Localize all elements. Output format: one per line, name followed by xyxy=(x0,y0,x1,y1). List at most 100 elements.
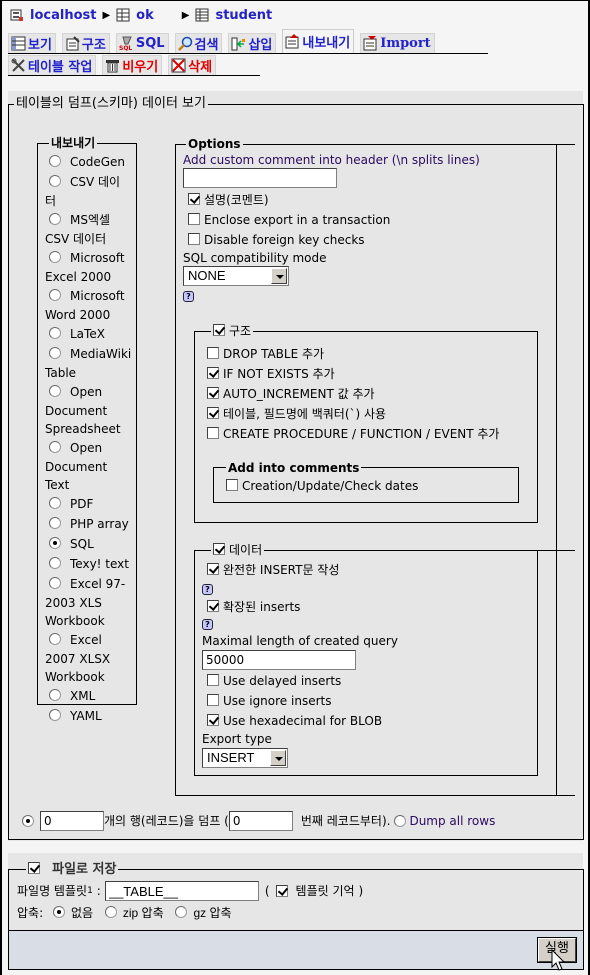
hex-blob-row[interactable]: Use hexadecimal for BLOB xyxy=(207,713,382,729)
export-format-option[interactable]: XML xyxy=(45,686,137,706)
export-format-radio[interactable] xyxy=(49,289,61,301)
export-format-radio[interactable] xyxy=(49,155,61,167)
export-format-option[interactable]: PDF xyxy=(45,494,137,514)
help-icon[interactable]: ? xyxy=(202,619,213,630)
dump-all-radio[interactable] xyxy=(394,815,407,827)
structure-option-checkbox[interactable] xyxy=(207,407,219,419)
export-format-radio[interactable] xyxy=(49,633,61,645)
tab-export[interactable]: 내보내기 xyxy=(282,29,355,53)
export-format-radio[interactable] xyxy=(49,441,61,453)
export-format-option[interactable]: Excel 97- 2003 XLS Workbook xyxy=(45,574,137,630)
export-format-option[interactable]: Excel 2007 XLSX Workbook xyxy=(45,630,137,686)
structure-option-checkbox[interactable] xyxy=(207,427,219,439)
export-format-option[interactable]: Microsoft Word 2000 xyxy=(45,286,137,324)
export-format-option[interactable]: SQL xyxy=(45,534,137,554)
structure-legend[interactable]: 구조 xyxy=(211,324,254,338)
export-format-radio[interactable] xyxy=(49,517,61,529)
export-format-radio[interactable] xyxy=(49,347,61,359)
compression-gz-radio[interactable] xyxy=(175,906,188,918)
structure-option[interactable]: CREATE PROCEDURE / FUNCTION / EVENT 추가 xyxy=(207,424,499,444)
tab-empty[interactable]: 비우기 xyxy=(102,55,163,75)
structure-option-checkbox[interactable] xyxy=(207,347,219,359)
compression-zip-radio[interactable] xyxy=(104,906,117,918)
export-format-option[interactable]: Open Document Text xyxy=(45,438,137,494)
structure-option[interactable]: 테이블, 필드명에 백쿼터(`) 사용 xyxy=(207,404,499,424)
export-format-option[interactable]: Microsoft Excel 2000 xyxy=(45,248,137,286)
tab-drop[interactable]: 삭제 xyxy=(168,55,217,75)
comments-checkbox[interactable] xyxy=(188,193,200,205)
export-format-radio[interactable] xyxy=(49,175,61,187)
delayed-row[interactable]: Use delayed inserts xyxy=(207,673,341,689)
compression-none-radio[interactable] xyxy=(52,906,65,918)
structure-checkbox[interactable] xyxy=(213,324,225,336)
tab-browse[interactable]: 보기 xyxy=(8,33,56,53)
transaction-checkbox-row[interactable]: Enclose export in a transaction xyxy=(188,212,390,228)
filename-template-input[interactable] xyxy=(104,881,259,901)
tab-import[interactable]: Import xyxy=(360,33,435,53)
tab-structure[interactable]: 구조 xyxy=(61,33,110,53)
export-format-option[interactable]: MS엑셀 CSV 데이터 xyxy=(45,210,137,248)
transaction-checkbox[interactable] xyxy=(188,213,200,225)
max-query-input[interactable] xyxy=(202,650,356,670)
export-format-radio[interactable] xyxy=(49,327,61,339)
tab-search[interactable]: 검색 xyxy=(174,33,223,53)
remember-template-checkbox[interactable] xyxy=(275,885,288,897)
tab-insert[interactable]: 삽입 xyxy=(228,33,277,53)
extended-inserts-row[interactable]: 확장된 inserts xyxy=(207,599,300,615)
fk-checkbox-row[interactable]: Disable foreign key checks xyxy=(188,232,365,248)
export-format-radio[interactable] xyxy=(49,385,61,397)
rows-radio[interactable] xyxy=(22,815,34,827)
rows-start-input[interactable] xyxy=(228,811,293,831)
rows-count-input[interactable] xyxy=(40,811,104,831)
breadcrumb-table[interactable]: student xyxy=(215,8,272,23)
complete-inserts-checkbox[interactable] xyxy=(207,563,219,575)
structure-option[interactable]: DROP TABLE 추가 xyxy=(207,344,499,364)
export-format-option[interactable]: LaTeX xyxy=(45,324,137,344)
structure-option[interactable]: AUTO_INCREMENT 값 추가 xyxy=(207,384,499,404)
complete-inserts-row[interactable]: 완전한 INSERT문 작성 xyxy=(207,562,339,578)
delayed-inserts-checkbox[interactable] xyxy=(207,674,219,686)
tab-operations[interactable]: 테이블 작업 xyxy=(8,55,97,75)
export-format-radio[interactable] xyxy=(49,689,61,701)
breadcrumb-server[interactable]: localhost xyxy=(30,8,96,23)
export-format-option[interactable]: CodeGen xyxy=(45,152,137,172)
comments-checkbox-row[interactable]: 설명(코멘트) xyxy=(188,192,269,208)
export-format-radio[interactable] xyxy=(49,251,61,263)
export-type-select[interactable]: INSERT xyxy=(202,748,288,768)
export-format-option[interactable]: CSV 데이 터 xyxy=(45,172,137,210)
help-icon[interactable]: ? xyxy=(183,291,194,302)
export-format-radio[interactable] xyxy=(49,557,61,569)
export-format-radio[interactable] xyxy=(49,577,61,589)
export-format-option[interactable]: MediaWiki Table xyxy=(45,344,137,382)
hex-blob-checkbox[interactable] xyxy=(207,714,219,726)
breadcrumb-database[interactable]: ok xyxy=(136,8,154,23)
ignore-inserts-checkbox[interactable] xyxy=(207,694,219,706)
export-format-option[interactable]: YAML xyxy=(45,706,137,726)
export-format-radio[interactable] xyxy=(49,537,61,549)
tab-sql[interactable]: SQL SQL xyxy=(115,33,169,53)
breadcrumb-separator-icon: ▶ xyxy=(181,9,190,21)
data-legend[interactable]: 데이터 xyxy=(211,543,265,557)
dates-checkbox-row[interactable]: Creation/Update/Check dates xyxy=(226,478,418,494)
help-icon[interactable]: ? xyxy=(202,584,213,595)
save-file-checkbox[interactable] xyxy=(28,862,40,874)
fk-checkbox[interactable] xyxy=(188,233,200,245)
structure-option-checkbox[interactable] xyxy=(207,367,219,379)
structure-option-checkbox[interactable] xyxy=(207,387,219,399)
export-format-radio[interactable] xyxy=(49,213,61,225)
export-format-option[interactable]: PHP array xyxy=(45,514,137,534)
extended-inserts-checkbox[interactable] xyxy=(207,600,219,612)
export-format-radio[interactable] xyxy=(49,709,61,721)
structure-option[interactable]: IF NOT EXISTS 추가 xyxy=(207,364,499,384)
dump-legend: 테이블의 덤프(스키마) 데이터 보기 xyxy=(14,96,208,111)
comment-input[interactable] xyxy=(183,168,337,188)
data-checkbox[interactable] xyxy=(213,543,225,555)
dates-checkbox[interactable] xyxy=(226,479,238,491)
export-format-option[interactable]: Texy! text xyxy=(45,554,137,574)
save-file-legend[interactable]: 파일로 저장 xyxy=(26,862,119,877)
export-format-radio[interactable] xyxy=(49,497,61,509)
ignore-row[interactable]: Use ignore inserts xyxy=(207,693,331,709)
chevron-down-icon xyxy=(270,750,286,766)
compat-select[interactable]: NONE xyxy=(183,266,289,286)
export-format-option[interactable]: Open Document Spreadsheet xyxy=(45,382,137,438)
